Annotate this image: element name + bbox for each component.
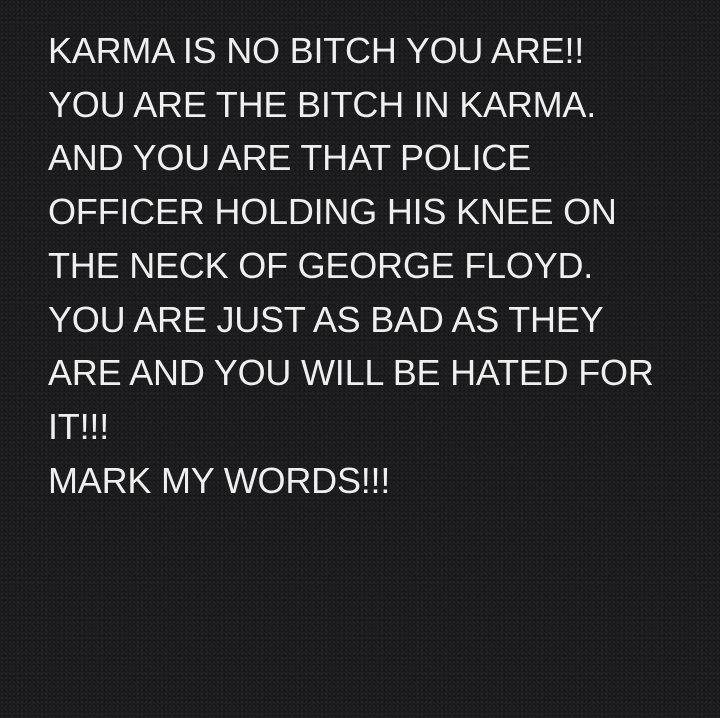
note-line: ARE AND YOU WILL BE HATED FOR [48, 352, 654, 394]
note-line: KARMA IS NO BITCH YOU ARE!! [48, 30, 585, 71]
note-line: THE NECK OF GEORGE FLOYD. [48, 244, 594, 286]
note-line: OFFICER HOLDING HIS KNEE ON [48, 191, 617, 233]
note-text: KARMA IS NO BITCH YOU ARE!! YOU ARE THE … [48, 24, 708, 507]
note-line: MARK MY WORDS!!! [48, 459, 391, 501]
note-line: YOU ARE JUST AS BAD AS THEY [48, 298, 604, 340]
note-line: YOU ARE THE BITCH IN KARMA. [48, 83, 597, 125]
note-line: AND YOU ARE THAT POLICE [48, 137, 531, 179]
note-line: IT!!! [48, 405, 109, 447]
